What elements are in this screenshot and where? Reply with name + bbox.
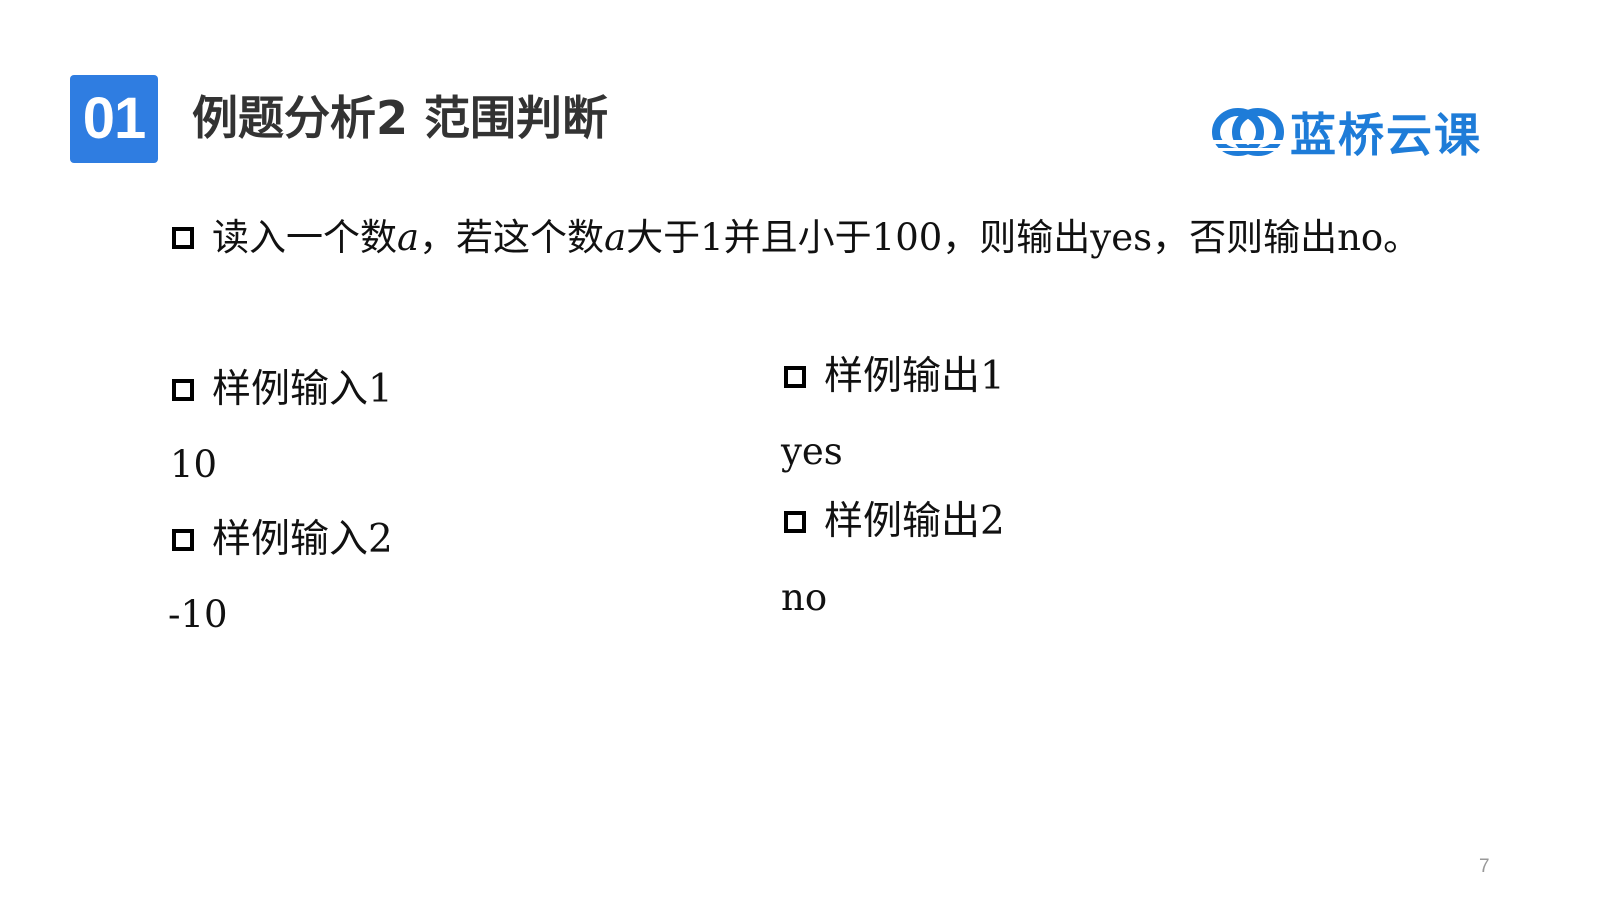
problem-text-part: ，若这个数 — [419, 216, 605, 259]
square-bullet-icon — [784, 511, 806, 533]
brand-name: 蓝桥云课 — [1290, 108, 1482, 162]
slide-title: 例题分析2 范围判断 — [192, 91, 609, 145]
section-number-badge: 01 — [70, 75, 158, 163]
sample-input-1-value: 10 — [170, 443, 218, 486]
sample-output-2-value: no — [781, 576, 828, 619]
sample-input-1-label: 样例输入1 — [212, 367, 393, 412]
sample-input-2-heading: 样例输入2 — [172, 515, 393, 565]
sample-output-2-label: 样例输出2 — [824, 499, 1005, 544]
problem-variable: a — [397, 216, 420, 259]
square-bullet-icon — [172, 227, 194, 249]
square-bullet-icon — [784, 366, 806, 388]
problem-statement: 读入一个数 a ，若这个数 a 大于1并且小于100，则输出yes，否则输出no。 — [172, 214, 1420, 262]
sample-output-1-label: 样例输出1 — [824, 354, 1005, 399]
sample-output-1-heading: 样例输出1 — [784, 352, 1005, 402]
sample-output-1-value: yes — [781, 430, 843, 473]
sample-output-2-heading: 样例输出2 — [784, 497, 1005, 547]
sample-input-2-label: 样例输入2 — [212, 517, 393, 562]
problem-text-part: 大于1并且小于100，则输出yes，否则输出no。 — [626, 216, 1421, 259]
problem-text-part: 读入一个数 — [212, 216, 397, 259]
lanqiao-logo-icon — [1212, 106, 1284, 158]
brand-logo: 蓝桥云课 — [1212, 102, 1482, 162]
page-number: 7 — [1479, 856, 1490, 877]
problem-variable: a — [604, 216, 627, 259]
sample-input-1-heading: 样例输入1 — [172, 365, 393, 415]
square-bullet-icon — [172, 529, 194, 551]
square-bullet-icon — [172, 379, 194, 401]
sample-input-2-value: -10 — [168, 593, 228, 636]
